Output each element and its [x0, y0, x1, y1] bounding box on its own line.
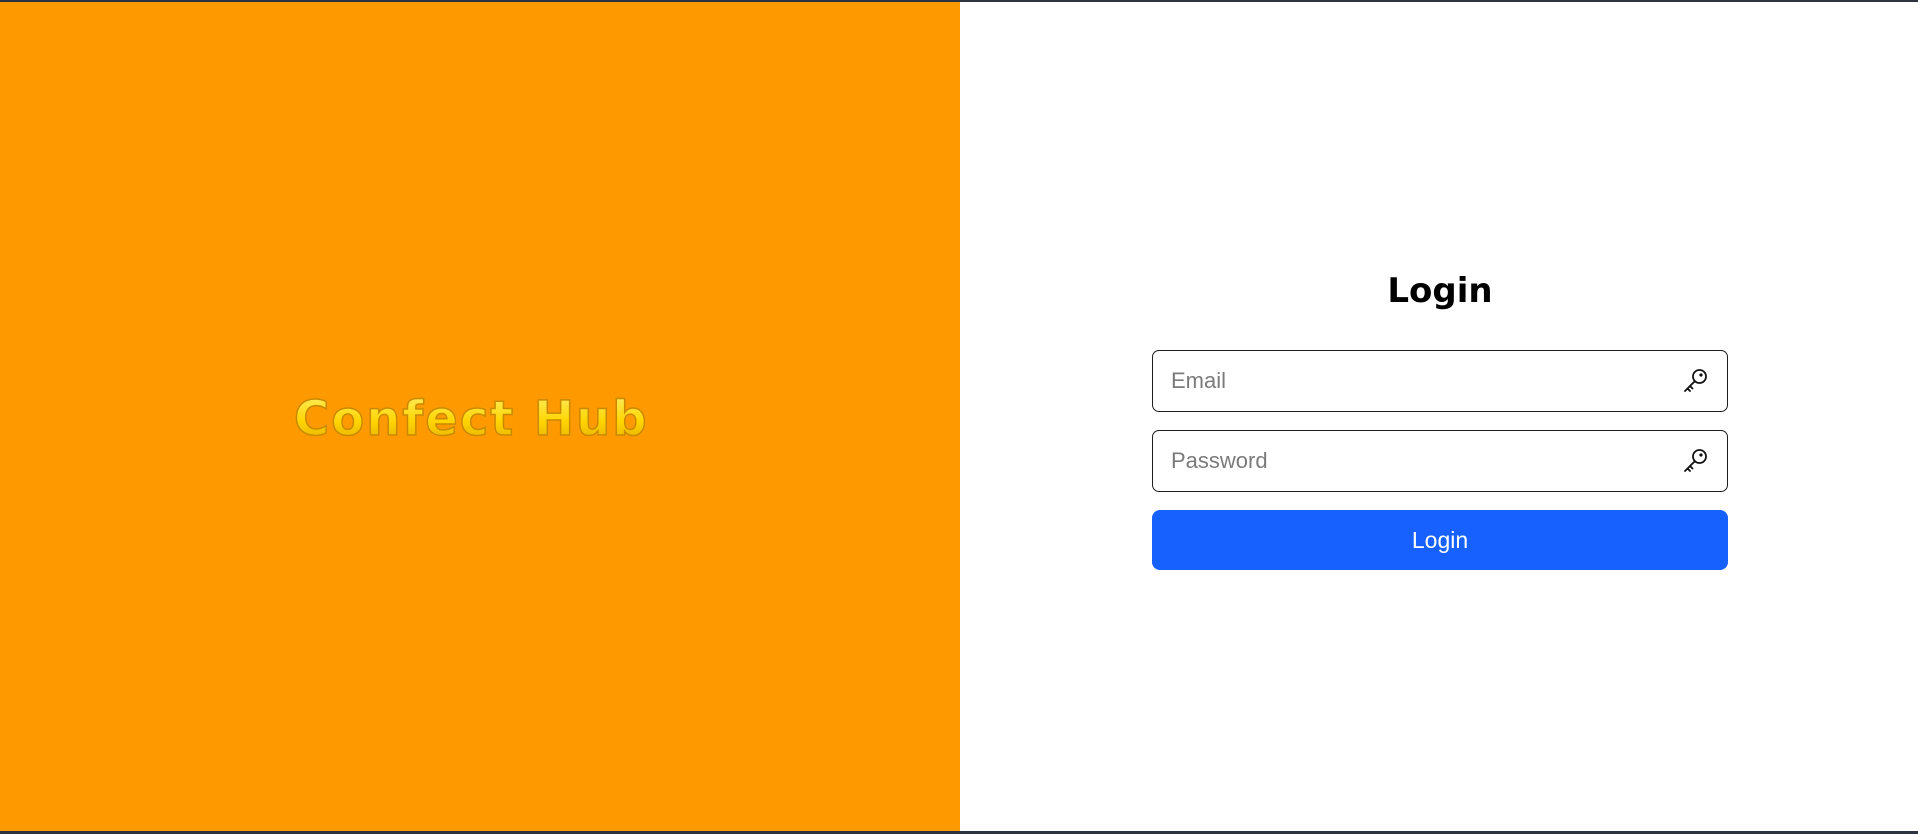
email-field[interactable]	[1153, 351, 1727, 411]
email-field-container	[1152, 350, 1728, 412]
login-form: Login Email Login	[1152, 270, 1728, 570]
brand-logo-text: Confect Hub	[294, 391, 649, 447]
password-field[interactable]	[1153, 431, 1727, 491]
brand-panel: Confect Hub	[0, 2, 960, 831]
password-field-container	[1152, 430, 1728, 492]
brand-logo: Confect Hub	[290, 387, 670, 447]
login-button[interactable]: Login	[1152, 510, 1728, 570]
key-icon	[1681, 367, 1709, 395]
login-title: Login	[1387, 271, 1493, 311]
brand-logo-graphic: Confect Hub	[293, 390, 649, 447]
login-panel: Login Email Login	[960, 2, 1918, 831]
key-icon	[1681, 447, 1709, 475]
app-window: Confect Hub Login Email Login	[0, 0, 1918, 834]
